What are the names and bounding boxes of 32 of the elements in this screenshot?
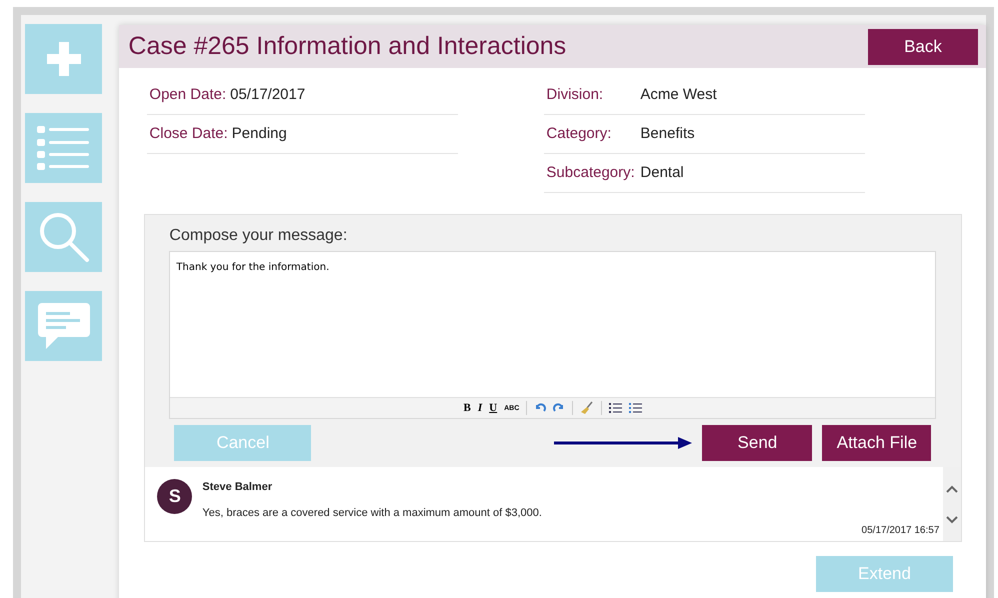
- field-label: Category:: [545, 124, 612, 144]
- field-value: Acme West: [640, 84, 717, 105]
- message-field[interactable]: Thank you for the information.: [170, 252, 936, 397]
- scroll-down-icon[interactable]: [946, 516, 958, 524]
- message-author: Steve Balmer: [202, 480, 272, 495]
- field-value: 05/17/2017: [230, 84, 306, 105]
- page-title: Case #265 Information and Interactions: [128, 30, 566, 62]
- bullet-list-icon[interactable]: [609, 402, 622, 414]
- scrollbar[interactable]: [943, 467, 962, 541]
- field-label: Division:: [545, 84, 604, 105]
- field-value: Benefits: [640, 124, 695, 144]
- field-label: Close Date:: [148, 124, 228, 144]
- broom-icon[interactable]: [580, 401, 594, 415]
- undo-icon[interactable]: [534, 402, 546, 414]
- field-label: Open Date:: [148, 84, 226, 105]
- back-button[interactable]: Back: [868, 28, 978, 64]
- compose-label: Compose your message:: [169, 226, 348, 246]
- field-value: Dental: [640, 162, 684, 183]
- attach-file-button[interactable]: Attach File: [822, 425, 932, 461]
- field-value: Pending: [232, 124, 287, 144]
- redo-icon[interactable]: [553, 402, 566, 414]
- scroll-up-icon[interactable]: [946, 484, 958, 492]
- numbered-list-icon[interactable]: [629, 402, 642, 414]
- format-button[interactable]: B: [464, 402, 471, 414]
- send-button[interactable]: Send: [702, 425, 812, 461]
- arrow-icon: [554, 437, 692, 449]
- avatar: S: [157, 479, 192, 514]
- field-label: Subcategory:: [545, 162, 636, 183]
- format-button[interactable]: I: [478, 402, 482, 414]
- message-text: Yes, braces are a covered service with a maximum amount of $3,000.: [202, 506, 542, 520]
- message-time: 05/17/2017 16:57: [862, 524, 940, 538]
- format-button[interactable]: U: [489, 402, 498, 414]
